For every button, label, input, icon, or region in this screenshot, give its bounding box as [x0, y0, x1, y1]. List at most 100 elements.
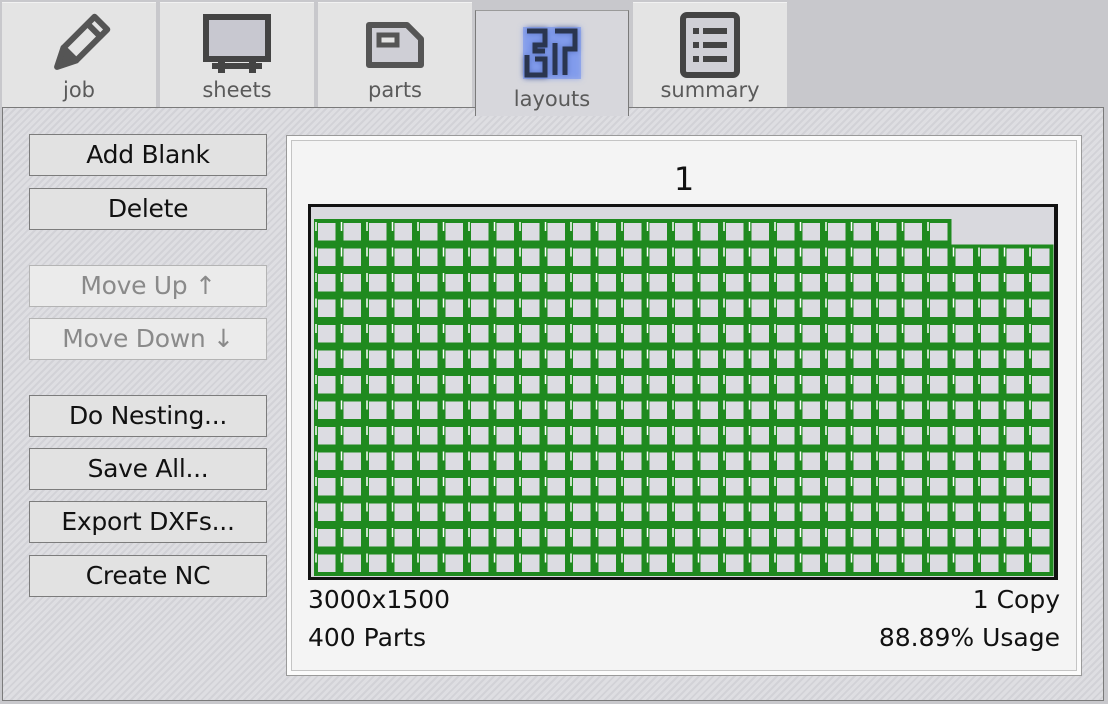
sheet-preview[interactable]	[308, 204, 1058, 580]
nested-part	[696, 321, 722, 347]
nested-part	[926, 423, 952, 449]
nested-part	[977, 474, 1003, 500]
nested-part	[798, 219, 824, 245]
nested-part	[467, 244, 493, 270]
nested-part	[671, 397, 697, 423]
nested-part	[951, 270, 977, 296]
nested-part	[620, 397, 646, 423]
nested-part	[543, 346, 569, 372]
nested-part	[467, 346, 493, 372]
nested-part	[722, 346, 748, 372]
nested-part	[951, 244, 977, 270]
nested-part	[1002, 295, 1028, 321]
nested-part	[798, 295, 824, 321]
nested-part	[543, 423, 569, 449]
nested-part	[875, 346, 901, 372]
nested-part	[798, 474, 824, 500]
nested-part	[875, 525, 901, 551]
nested-part	[1002, 550, 1028, 576]
nested-part	[492, 525, 518, 551]
nested-part	[849, 244, 875, 270]
nested-part	[518, 499, 544, 525]
nested-part	[900, 219, 926, 245]
nested-part	[416, 474, 442, 500]
nested-part	[951, 499, 977, 525]
nested-part	[926, 295, 952, 321]
nested-part	[798, 321, 824, 347]
nested-part	[518, 525, 544, 551]
nested-part	[722, 550, 748, 576]
nested-part	[518, 397, 544, 423]
nested-part	[518, 270, 544, 296]
nested-part	[1028, 474, 1054, 500]
nested-part	[926, 219, 952, 245]
copy-count: 1 Copy	[972, 585, 1060, 614]
add-blank-button[interactable]: Add Blank	[29, 134, 267, 176]
nested-part	[390, 346, 416, 372]
nested-part	[314, 423, 340, 449]
nested-part	[314, 550, 340, 576]
tab-label: job	[62, 78, 95, 102]
nested-part	[569, 397, 595, 423]
nested-part	[1028, 499, 1054, 525]
nested-part	[671, 244, 697, 270]
nested-part	[620, 372, 646, 398]
nested-part	[594, 321, 620, 347]
nested-part	[543, 372, 569, 398]
nested-part	[645, 346, 671, 372]
nested-part	[875, 244, 901, 270]
export-dxfs-button[interactable]: Export DXFs...	[29, 501, 267, 543]
tab-job[interactable]: job	[2, 2, 156, 108]
nested-part	[467, 550, 493, 576]
nested-part	[645, 550, 671, 576]
nested-part	[900, 550, 926, 576]
nested-part	[671, 448, 697, 474]
nested-part	[1028, 372, 1054, 398]
layout-card[interactable]: 1 3000x1500 1 Copy 400 Parts 88.89% Usag…	[286, 135, 1082, 676]
nested-part	[569, 448, 595, 474]
nested-part	[467, 321, 493, 347]
delete-button[interactable]: Delete	[29, 188, 267, 230]
nested-part	[339, 270, 365, 296]
nested-part	[492, 397, 518, 423]
nested-part	[696, 448, 722, 474]
save-all-button[interactable]: Save All...	[29, 448, 267, 490]
nested-part	[900, 321, 926, 347]
nested-part	[1028, 244, 1054, 270]
nested-part	[365, 499, 391, 525]
nested-part	[773, 244, 799, 270]
tab-parts[interactable]: parts	[318, 2, 472, 108]
nested-part	[926, 346, 952, 372]
move-down-button[interactable]: Move Down ↓	[29, 318, 267, 360]
nested-part	[441, 525, 467, 551]
nested-part	[747, 499, 773, 525]
nested-part	[773, 448, 799, 474]
nested-part	[773, 270, 799, 296]
tab-summary[interactable]: summary	[633, 2, 787, 108]
nested-part	[773, 295, 799, 321]
nested-part	[467, 423, 493, 449]
tab-layouts[interactable]: layouts	[475, 10, 629, 116]
nested-part	[951, 423, 977, 449]
move-up-button[interactable]: Move Up ↑	[29, 265, 267, 307]
nested-part	[645, 397, 671, 423]
part-count: 400 Parts	[308, 623, 427, 652]
layout-number: 1	[673, 160, 695, 198]
nested-part	[543, 397, 569, 423]
tab-sheets[interactable]: sheets	[160, 2, 314, 108]
nested-part	[441, 270, 467, 296]
nested-part	[416, 270, 442, 296]
nested-part	[900, 448, 926, 474]
nested-part	[441, 423, 467, 449]
nested-part	[977, 525, 1003, 551]
nested-part	[696, 550, 722, 576]
nested-part	[722, 295, 748, 321]
nested-part	[594, 397, 620, 423]
do-nesting-button[interactable]: Do Nesting...	[29, 395, 267, 437]
nested-part	[696, 346, 722, 372]
nested-part	[569, 219, 595, 245]
create-nc-button[interactable]: Create NC	[29, 555, 267, 597]
nested-part	[875, 397, 901, 423]
nested-part	[951, 372, 977, 398]
nested-part	[339, 219, 365, 245]
